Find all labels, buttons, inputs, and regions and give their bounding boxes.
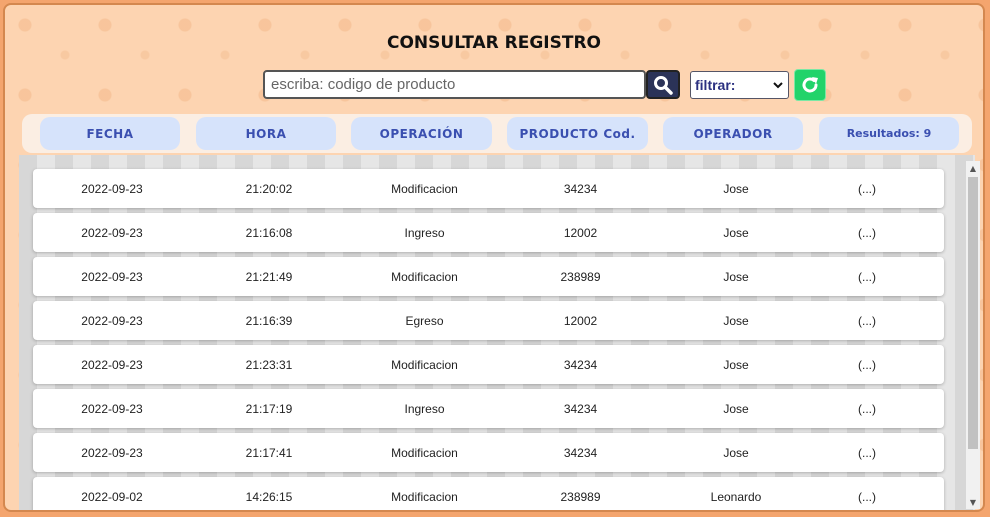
cell-operacion: Modificacion <box>391 489 458 504</box>
cell-operador: Jose <box>723 225 749 240</box>
table-row[interactable]: 2022-09-23 21:21:49 Modificacion 238989 Jose… <box>33 257 944 296</box>
cell-hora: 21:23:31 <box>245 357 293 372</box>
cell-producto: 34234 <box>563 445 598 460</box>
vertical-scrollbar[interactable]: ▲ ▼ <box>966 161 980 509</box>
cell-fecha: 2022-09-23 <box>81 401 143 416</box>
row-detail-link[interactable]: (...) <box>822 433 912 472</box>
cell-hora: 21:16:39 <box>245 313 293 328</box>
refresh-icon <box>802 77 818 93</box>
cell-operador: Jose <box>723 357 749 372</box>
cell-hora: 21:20:02 <box>245 181 293 196</box>
cell-operador: Jose <box>723 445 749 460</box>
cell-producto: 12002 <box>563 225 598 240</box>
cell-fecha: 2022-09-23 <box>81 269 143 284</box>
cell-operador: Leonardo <box>710 489 762 504</box>
cell-operador: Jose <box>723 401 749 416</box>
cell-producto: 238989 <box>560 489 601 504</box>
page-title: CONSULTAR REGISTRO <box>386 33 602 53</box>
cell-operador: Jose <box>723 269 749 284</box>
refresh-button[interactable] <box>794 69 826 101</box>
results-list[interactable]: 2022-09-23 21:20:02 Modificacion 34234 Jose (… <box>19 155 975 510</box>
row-detail-link[interactable]: (...) <box>822 389 912 428</box>
cell-operacion: Ingreso <box>404 401 445 416</box>
table-row[interactable]: 2022-09-23 21:16:08 Ingreso 12002 Jose (...) <box>33 213 944 252</box>
filter-select[interactable]: filtrar: <box>690 71 789 99</box>
cell-fecha: 2022-09-23 <box>81 445 143 460</box>
header-resultados: Resultados: 9 <box>819 117 959 150</box>
scroll-down-icon[interactable]: ▼ <box>966 495 980 509</box>
table-row[interactable]: 2022-09-02 14:26:15 Modificacion 238989 Leon… <box>33 477 944 510</box>
cell-producto: 238989 <box>560 269 601 284</box>
header-operacion[interactable]: OPERACIÓN <box>351 117 492 150</box>
search-icon <box>654 75 673 95</box>
header-fecha[interactable]: FECHA <box>40 117 180 150</box>
filter-selected-value: filtrar: <box>695 77 736 93</box>
cell-operador: Jose <box>723 181 749 196</box>
header-producto-label: PRODUCTO <box>519 126 599 141</box>
header-hora[interactable]: HORA <box>196 117 336 150</box>
cell-hora: 14:26:15 <box>245 489 293 504</box>
cell-fecha: 2022-09-23 <box>81 357 143 372</box>
header-producto-suffix: Cod. <box>603 126 636 141</box>
cell-producto: 12002 <box>563 313 598 328</box>
header-operacion-label: OPERACIÓN <box>379 126 464 141</box>
search-input[interactable] <box>263 70 646 99</box>
header-operador[interactable]: OPERADOR <box>663 117 803 150</box>
row-detail-link[interactable]: (...) <box>822 477 912 510</box>
cell-hora: 21:17:41 <box>245 445 293 460</box>
row-detail-link[interactable]: (...) <box>822 301 912 340</box>
table-row[interactable]: 2022-09-23 21:20:02 Modificacion 34234 Jose (… <box>33 169 944 208</box>
table-row[interactable]: 2022-09-23 21:17:19 Ingreso 34234 Jose (...) <box>33 389 944 428</box>
row-detail-link[interactable]: (...) <box>822 213 912 252</box>
row-detail-link[interactable]: (...) <box>822 169 912 208</box>
app-frame: CONSULTAR REGISTRO filtrar: FECHA HORA O… <box>3 3 985 512</box>
cell-hora: 21:21:49 <box>245 269 293 284</box>
cell-hora: 21:17:19 <box>245 401 293 416</box>
scrollbar-thumb[interactable] <box>968 177 978 449</box>
cell-producto: 34234 <box>563 357 598 372</box>
cell-producto: 34234 <box>563 401 598 416</box>
cell-fecha: 2022-09-23 <box>81 313 143 328</box>
cell-producto: 34234 <box>563 181 598 196</box>
cell-operacion: Modificacion <box>391 445 458 460</box>
row-detail-link[interactable]: (...) <box>822 345 912 384</box>
table-row[interactable]: 2022-09-23 21:23:31 Modificacion 34234 Jose (… <box>33 345 944 384</box>
header-hora-label: HORA <box>245 126 287 141</box>
table-row[interactable]: 2022-09-23 21:17:41 Modificacion 34234 Jose (… <box>33 433 944 472</box>
chevron-down-icon <box>773 82 783 89</box>
cell-operacion: Modificacion <box>391 181 458 196</box>
results-count: Resultados: 9 <box>846 127 932 140</box>
scroll-up-icon[interactable]: ▲ <box>966 161 980 175</box>
header-operador-label: OPERADOR <box>693 126 773 141</box>
cell-operacion: Modificacion <box>391 357 458 372</box>
cell-operacion: Modificacion <box>391 269 458 284</box>
cell-fecha: 2022-09-23 <box>81 181 143 196</box>
cell-hora: 21:16:08 <box>245 225 293 240</box>
table-row[interactable]: 2022-09-23 21:16:39 Egreso 12002 Jose (...) <box>33 301 944 340</box>
cell-operacion: Ingreso <box>404 225 445 240</box>
cell-operador: Jose <box>723 313 749 328</box>
header-fecha-label: FECHA <box>86 126 134 141</box>
table-header: FECHA HORA OPERACIÓN PRODUCTO Cod. OPERA… <box>22 114 972 153</box>
row-detail-link[interactable]: (...) <box>822 257 912 296</box>
cell-fecha: 2022-09-02 <box>81 489 143 504</box>
cell-fecha: 2022-09-23 <box>81 225 143 240</box>
search-button[interactable] <box>646 70 680 99</box>
header-producto[interactable]: PRODUCTO Cod. <box>507 117 648 150</box>
cell-operacion: Egreso <box>405 313 444 328</box>
